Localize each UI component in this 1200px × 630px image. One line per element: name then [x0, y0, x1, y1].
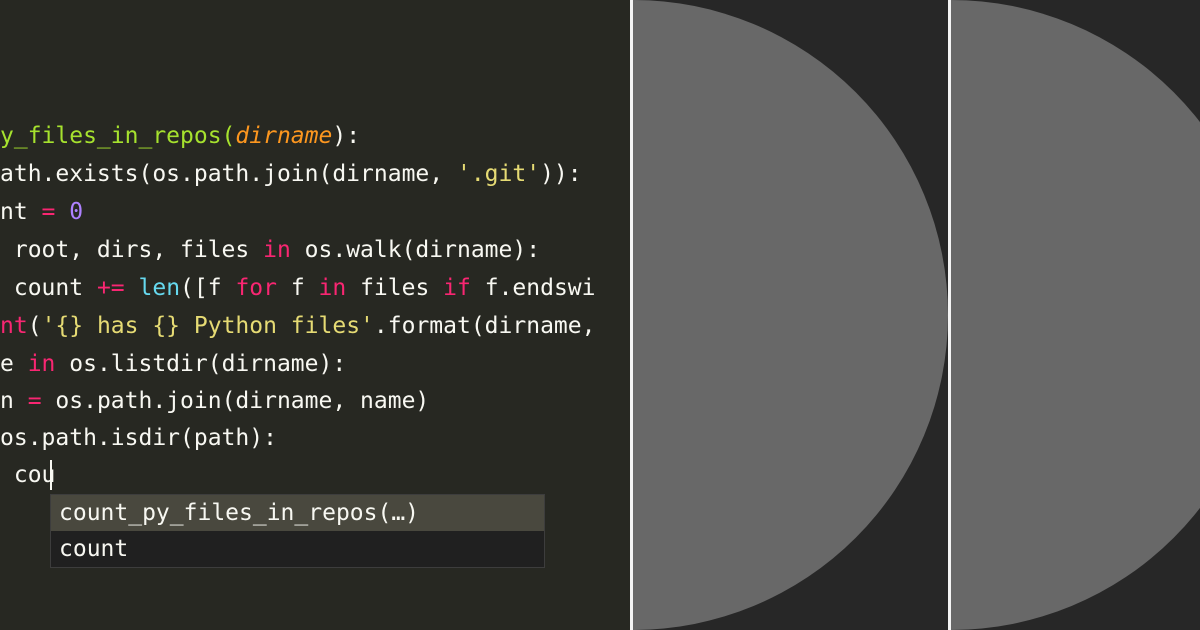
code-token: =	[41, 199, 56, 225]
code-token: os.walk(dirname):	[290, 237, 541, 263]
code-token: y_files_in_repos(	[0, 123, 236, 149]
code-line[interactable]: n = os.path.join(dirname, name)	[0, 386, 429, 416]
code-token: .format(dirname,	[373, 313, 596, 339]
code-token: )):	[540, 161, 582, 187]
code-token: dirname	[235, 123, 333, 149]
code-line[interactable]: nt = 0	[0, 197, 83, 227]
half-circle-shape	[633, 0, 948, 630]
autocomplete-item-selected[interactable]: count_py_files_in_repos(…)	[51, 495, 544, 531]
code-token: =	[27, 388, 42, 414]
code-token: if	[443, 275, 471, 301]
placeholder-panel-left	[633, 0, 948, 630]
code-token: ath.exists(os.path.join(dirname,	[0, 161, 457, 187]
code-token: os.path.isdir(path):	[0, 425, 277, 451]
code-token: root, dirs, files	[0, 237, 264, 263]
code-editor[interactable]: y_files_in_repos(dirname): ath.exists(os.…	[0, 0, 630, 630]
code-token: '.git'	[456, 161, 541, 187]
code-token: files	[346, 275, 444, 301]
autocomplete-item[interactable]: count	[51, 531, 544, 567]
autocomplete-popup: count_py_files_in_repos(…) count	[50, 494, 545, 568]
code-token: in	[27, 351, 56, 377]
code-token: (	[27, 313, 42, 339]
code-token: e	[0, 351, 28, 377]
code-token: cou	[0, 462, 56, 488]
code-token: in	[318, 275, 347, 301]
code-line[interactable]: y_files_in_repos(dirname):	[0, 121, 360, 151]
code-line[interactable]: e in os.listdir(dirname):	[0, 349, 346, 379]
code-line[interactable]: nt('{} has {} Python files'.format(dirna…	[0, 311, 595, 341]
code-token: ([f	[180, 275, 236, 301]
code-token: nt	[0, 199, 42, 225]
code-token: for	[235, 275, 277, 301]
code-token: f.endswi	[470, 275, 596, 301]
code-line[interactable]: os.path.isdir(path):	[0, 423, 277, 453]
code-token: '{} has {} Python files'	[41, 313, 374, 339]
code-token: n	[0, 388, 28, 414]
half-circle-shape	[951, 0, 1200, 630]
code-token: in	[263, 237, 291, 263]
code-token: +=	[96, 275, 125, 301]
code-line[interactable]: ath.exists(os.path.join(dirname, '.git')…	[0, 159, 582, 189]
code-token: len	[138, 275, 181, 301]
code-token: count	[0, 275, 97, 301]
placeholder-panel-right	[951, 0, 1200, 630]
text-cursor	[50, 460, 52, 490]
code-token: os.listdir(dirname):	[55, 351, 347, 377]
code-line[interactable]: count += len([f for f in files if f.ends…	[0, 273, 596, 303]
code-token: 0	[69, 199, 84, 225]
code-line[interactable]: cou	[0, 460, 56, 490]
code-token: nt	[0, 313, 28, 339]
code-token: os.path.join(dirname, name)	[41, 388, 430, 414]
code-token: f	[276, 275, 319, 301]
code-line[interactable]: root, dirs, files in os.walk(dirname):	[0, 235, 540, 265]
code-token: ):	[332, 123, 361, 149]
